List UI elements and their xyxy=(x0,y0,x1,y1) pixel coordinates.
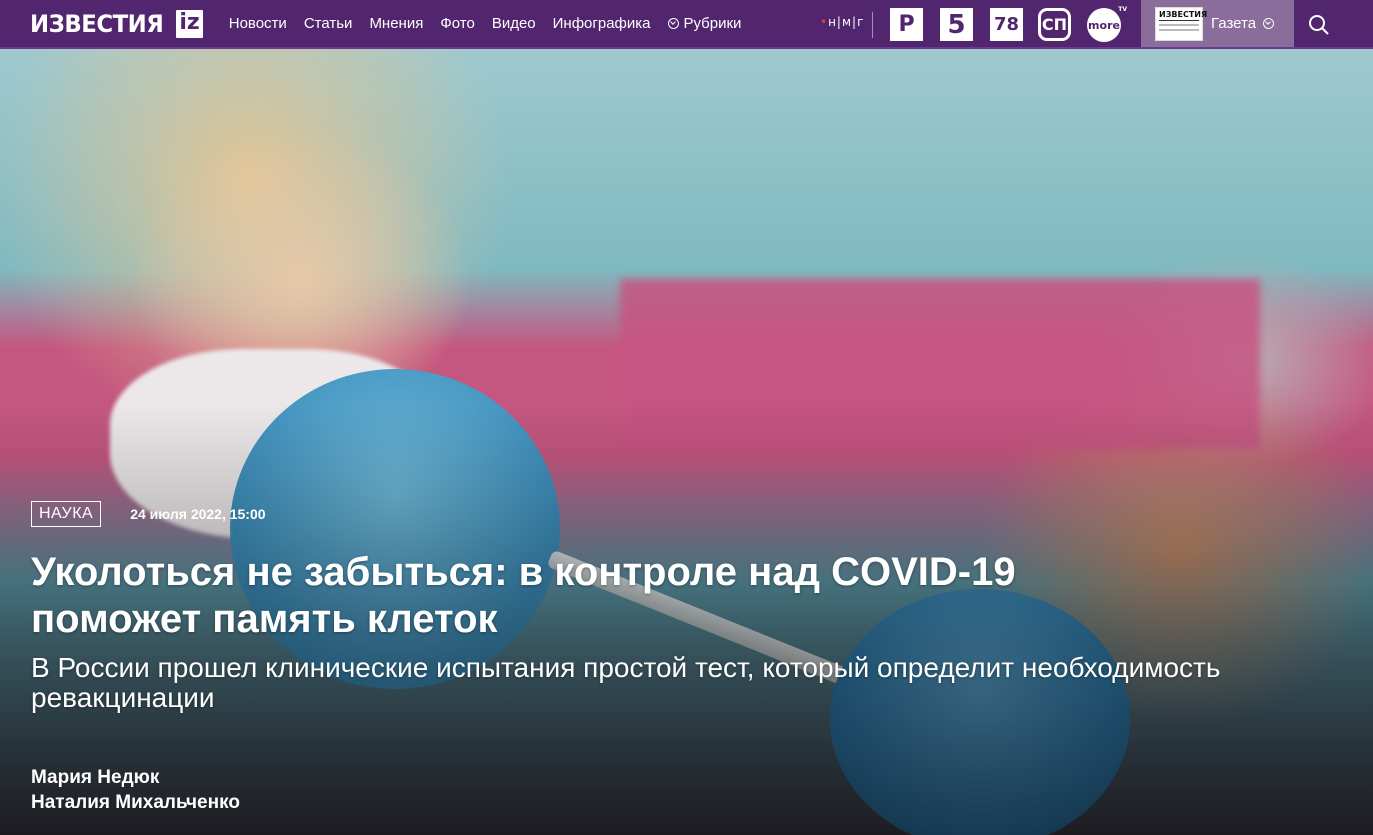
nav-item-rubrics[interactable]: Рубрики xyxy=(667,15,742,32)
more-tv-logo[interactable]: more TV xyxy=(1087,6,1127,42)
rubrics-label: Рубрики xyxy=(683,15,742,32)
gazeta-thumb-line xyxy=(1159,28,1199,31)
nav-item-infographics[interactable]: Инфографика xyxy=(553,15,651,32)
nav-item-opinions[interactable]: Мнения xyxy=(369,15,423,32)
main-nav: Новости Статьи Мнения Фото Видео Инфогра… xyxy=(229,15,759,32)
nav-item-news[interactable]: Новости xyxy=(229,15,287,32)
article-authors: Мария Недюк Наталия Михальченко xyxy=(31,765,1351,815)
gazeta-thumb-line xyxy=(1159,23,1199,26)
channel-5-logo[interactable]: 5 xyxy=(940,8,973,41)
article-header: НАУКА 24 июля 2022, 15:00 Уколоться не з… xyxy=(31,501,1351,815)
article-title: Уколоться не забыться: в контроле над CO… xyxy=(31,550,1016,641)
nmg-logo[interactable]: •н|м|г xyxy=(820,15,864,29)
nav-item-articles[interactable]: Статьи xyxy=(304,15,353,32)
gazeta-thumb-title: ИЗВЕСТИЯ xyxy=(1159,9,1208,21)
channel-5-label: 5 xyxy=(947,9,966,40)
more-tv-label: more xyxy=(1088,18,1120,32)
article-lead: В России прошел клинические испытания пр… xyxy=(31,652,1221,713)
author-link[interactable]: Наталия Михальченко xyxy=(31,790,1351,815)
header-divider xyxy=(872,12,873,38)
author-link[interactable]: Мария Недюк xyxy=(31,765,1351,790)
channel-78-logo[interactable]: 78 xyxy=(990,8,1023,41)
gazeta-thumbnail: ИЗВЕСТИЯ xyxy=(1155,6,1208,41)
search-icon[interactable] xyxy=(1308,14,1330,36)
top-navigation-bar: ИЗВЕСТИЯ iz Новости Статьи Мнения Фото В… xyxy=(0,0,1373,49)
nmg-label: н|м|г xyxy=(828,15,865,29)
nmg-dot-icon: • xyxy=(820,15,829,29)
ren-tv-logo[interactable]: Р xyxy=(890,8,923,41)
channel-78-label: 78 xyxy=(993,14,1020,35)
publish-date: 24 июля 2022, 15:00 xyxy=(130,506,266,522)
nav-item-photo[interactable]: Фото xyxy=(440,15,474,32)
site-logo[interactable]: ИЗВЕСТИЯ iz xyxy=(30,0,203,48)
channel-ctc-label: СП xyxy=(1041,15,1068,34)
gazeta-label: Газета xyxy=(1211,15,1257,32)
chevron-down-circle-icon xyxy=(667,18,679,29)
logo-text: ИЗВЕСТИЯ xyxy=(30,9,164,38)
ren-tv-label: Р xyxy=(898,12,915,37)
category-badge[interactable]: НАУКА xyxy=(31,501,102,527)
gazeta-button[interactable]: ИЗВЕСТИЯ Газета xyxy=(1141,0,1294,47)
logo-badge: iz xyxy=(176,9,203,38)
chevron-down-circle-icon xyxy=(1263,18,1275,29)
nav-item-video[interactable]: Видео xyxy=(492,15,536,32)
more-tv-sup: TV xyxy=(1118,6,1127,13)
article-meta: НАУКА 24 июля 2022, 15:00 xyxy=(31,501,1351,527)
channel-ctc-logo[interactable]: СП xyxy=(1038,8,1071,41)
